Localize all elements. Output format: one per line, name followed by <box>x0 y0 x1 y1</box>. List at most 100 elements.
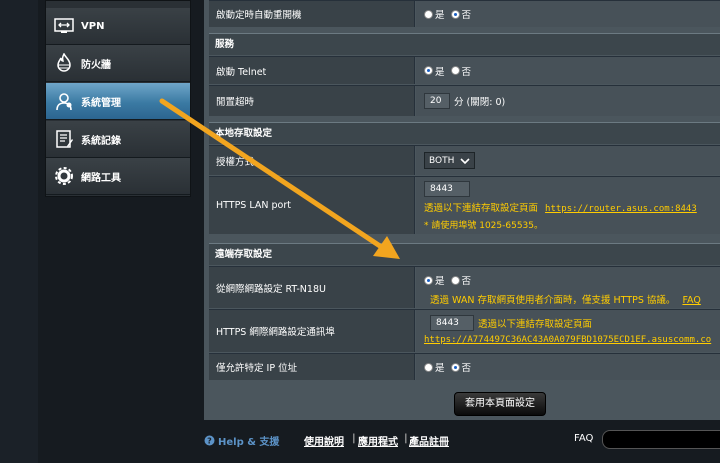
sidebar-item-label: 系統管理 <box>81 97 121 109</box>
idle-timeout-value: 20 分 (關閉: 0) <box>416 86 720 116</box>
radio-circle <box>424 362 433 372</box>
https-wan-port-label: HTTPS 網際網路設定通訊埠 <box>209 310 415 352</box>
settings-panel: 啟動定時自動重開機 是 否 服務 啟動 Telnet 是 否 閒置超時 20 分… <box>204 0 720 420</box>
allow-ip-label: 僅允許特定 IP 位址 <box>209 354 415 380</box>
idle-unit-text: 分 (關閉: 0) <box>454 97 506 108</box>
auto-reboot-row: 啟動定時自動重開機 是 否 <box>209 0 720 27</box>
https-wan-link-line: https://A774497C36AC43A0A079FBD1075ECD1E… <box>424 334 720 345</box>
radio-label: 是 <box>435 10 445 21</box>
radio-circle <box>450 362 460 372</box>
sidebar-item-tools[interactable]: 網路工具 <box>46 158 190 195</box>
sidebar-item-label: VPN <box>81 20 105 32</box>
wan-access-yes-radio[interactable]: 是 <box>424 273 445 287</box>
radio-circle <box>450 66 460 75</box>
vpn-icon <box>53 15 75 37</box>
svg-text:?: ? <box>207 437 212 446</box>
sidebar: VPN 防火牆 系統管理 系統記錄 網路工具 <box>45 0 191 197</box>
radio-circle <box>424 9 433 19</box>
local-access-section-title: 本地存取設定 <box>209 122 720 144</box>
https-wan-port-input[interactable]: 8443 <box>430 315 474 331</box>
wan-access-value: 是 否 透過 WAN 存取網頁使用者介面時，僅支援 HTTPS 協議。 FAQ <box>416 267 720 308</box>
https-lan-port-input[interactable]: 8443 <box>424 181 470 197</box>
https-lan-hint: 透過以下連結存取設定頁面 https://router.asus.com:844… <box>424 200 720 214</box>
help-support-link[interactable]: ? Help & 支援 <box>204 433 279 448</box>
idle-timeout-unit: 分 (關閉: 0) <box>454 94 505 108</box>
apply-settings-button[interactable]: 套用本頁面設定 <box>454 392 546 416</box>
help-icon: ? <box>204 435 215 446</box>
auto-reboot-options: 是 否 <box>416 1 720 27</box>
help-support-label: Help & 支援 <box>218 437 280 448</box>
auth-method-select[interactable]: BOTH <box>424 152 476 169</box>
sidebar-item-log[interactable]: 系統記錄 <box>46 121 190 158</box>
https-lan-port-row: HTTPS LAN port 8443 透過以下連結存取設定頁面 https:/… <box>209 176 720 234</box>
auth-method-selected: BOTH <box>429 155 455 166</box>
radio-circle <box>450 9 460 19</box>
sidebar-item-label: 網路工具 <box>81 172 121 184</box>
faq-label: FAQ <box>574 433 594 444</box>
radio-circle <box>424 275 433 285</box>
https-lan-hint-text: 透過以下連結存取設定頁面 <box>424 203 539 214</box>
faq-search-input[interactable] <box>602 430 720 449</box>
telnet-options: 是 否 <box>416 57 720 84</box>
auto-reboot-label: 啟動定時自動重開機 <box>209 1 415 27</box>
wan-access-no-radio[interactable]: 否 <box>450 273 472 287</box>
wan-access-note: 透過 WAN 存取網頁使用者介面時，僅支援 HTTPS 協議。 FAQ <box>424 292 720 306</box>
sidebar-item-label: 防火牆 <box>81 59 111 71</box>
telnet-row: 啟動 Telnet 是 否 <box>209 56 720 84</box>
remote-access-section-title: 遠端存取設定 <box>209 243 720 265</box>
footer-separator: | <box>404 433 408 444</box>
radio-label: 否 <box>461 10 472 21</box>
port-range-note: * 請使用埠號 1025-65535。 <box>424 221 544 231</box>
radio-label: 是 <box>435 276 445 287</box>
chevron-down-icon <box>460 157 470 164</box>
auto-reboot-yes-radio[interactable]: 是 <box>424 7 445 21</box>
service-section-title: 服務 <box>209 33 720 55</box>
wan-access-options: 是 否 <box>424 273 720 287</box>
https-lan-port-value: 8443 透過以下連結存取設定頁面 https://router.asus.co… <box>416 177 720 234</box>
telnet-no-radio[interactable]: 否 <box>450 64 472 78</box>
sidebar-item-admin[interactable]: 系統管理 <box>46 83 190 120</box>
https-wan-port-value: 8443 透過以下連結存取設定頁面 https://A774497C36AC43… <box>416 310 720 352</box>
telnet-label: 啟動 Telnet <box>209 57 415 84</box>
idle-timeout-input[interactable]: 20 <box>424 93 450 109</box>
admin-icon <box>53 90 75 112</box>
radio-label: 是 <box>435 363 445 374</box>
sidebar-item-firewall[interactable]: 防火牆 <box>46 45 190 82</box>
wan-access-row: 從網際網路設定 RT-N18U 是 否 透過 WAN 存取網頁使用者介面時，僅支… <box>209 266 720 308</box>
https-lan-link[interactable]: https://router.asus.com:8443 <box>545 204 697 214</box>
auto-reboot-no-radio[interactable]: 否 <box>450 7 472 21</box>
https-wan-link[interactable]: https://A774497C36AC43A0A079FBD1075ECD1E… <box>424 335 711 345</box>
faq-link[interactable]: FAQ <box>682 295 700 306</box>
firewall-icon <box>53 52 75 74</box>
radio-circle <box>450 275 460 285</box>
sidebar-item-label: 系統記錄 <box>81 135 121 147</box>
allow-ip-yes-radio[interactable]: 是 <box>424 360 445 374</box>
auth-method-row: 授權方式 BOTH <box>209 145 720 175</box>
radio-circle <box>424 66 433 75</box>
allow-ip-no-radio[interactable]: 否 <box>450 360 472 374</box>
manual-link[interactable]: 使用說明 <box>304 433 344 448</box>
idle-timeout-label: 閒置超時 <box>209 86 415 116</box>
radio-label: 否 <box>461 363 472 374</box>
footer: ? Help & 支援 使用說明 | 應用程式 | 產品註冊 FAQ <box>204 427 720 455</box>
utility-link[interactable]: 應用程式 <box>358 433 398 448</box>
auth-method-label: 授權方式 <box>209 146 415 175</box>
https-wan-port-row: HTTPS 網際網路設定通訊埠 8443 透過以下連結存取設定頁面 https:… <box>209 309 720 352</box>
radio-label: 否 <box>461 276 472 287</box>
https-wan-port-line: 8443 透過以下連結存取設定頁面 <box>424 315 720 331</box>
radio-label: 是 <box>435 66 445 78</box>
idle-timeout-row: 閒置超時 20 分 (關閉: 0) <box>209 85 720 116</box>
wan-note-text: 透過 WAN 存取網頁使用者介面時，僅支援 HTTPS 協議。 <box>430 295 676 306</box>
allow-ip-row: 僅允許特定 IP 位址 是 否 <box>209 353 720 380</box>
log-icon <box>53 128 75 150</box>
sidebar-item-vpn[interactable]: VPN <box>46 8 190 45</box>
registration-link[interactable]: 產品註冊 <box>409 433 449 448</box>
radio-label: 否 <box>461 66 472 78</box>
footer-separator: | <box>352 433 356 444</box>
https-lan-port-label: HTTPS LAN port <box>209 177 415 234</box>
https-wan-hint: 透過以下連結存取設定頁面 <box>478 319 593 330</box>
telnet-yes-radio[interactable]: 是 <box>424 64 445 78</box>
tools-icon <box>53 165 75 187</box>
wan-access-label: 從網際網路設定 RT-N18U <box>209 267 415 308</box>
allow-ip-options: 是 否 <box>416 354 720 380</box>
